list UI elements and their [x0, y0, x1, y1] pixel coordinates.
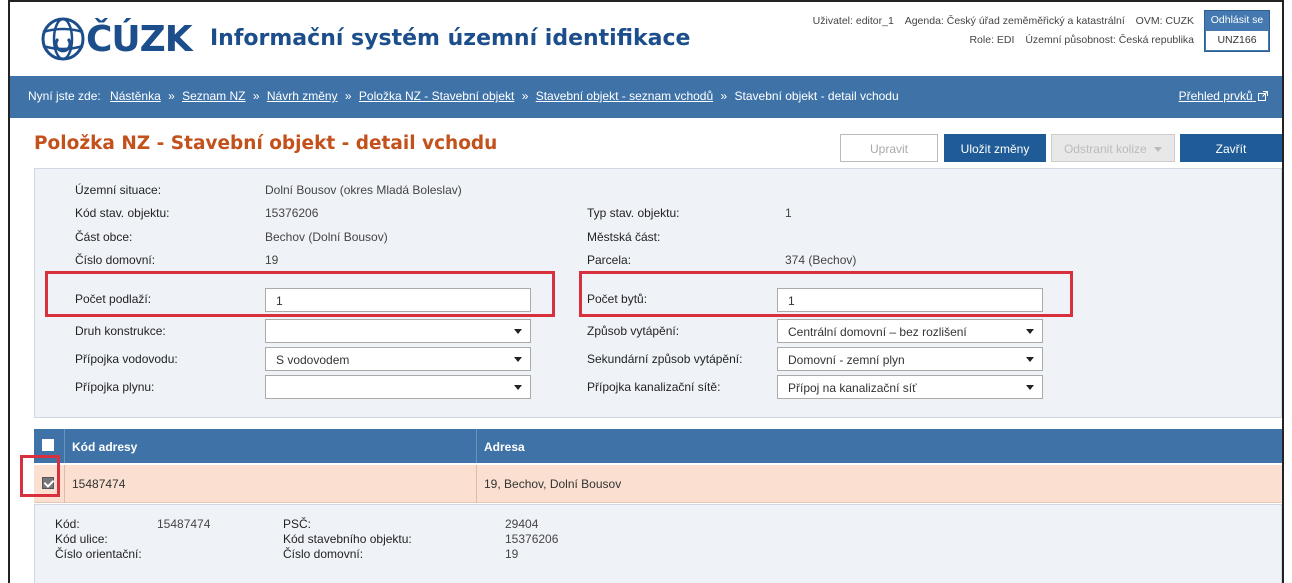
session-code: UNZ166	[1206, 31, 1268, 50]
kod-stav-objektu-value: 15376206	[265, 206, 319, 220]
kod-value: 15487474	[157, 517, 211, 531]
zpusob-vytapeni-label: Způsob vytápění:	[587, 324, 680, 338]
kod-stavebniho-objektu-value: 15376206	[505, 532, 559, 546]
logout-label: Odhlásit se	[1210, 14, 1264, 26]
sekundarni-vytapeni-label: Sekundární způsob vytápění:	[587, 352, 743, 366]
breadcrumb-item-polozka-nz[interactable]: Položka NZ - Stavební objekt	[359, 89, 514, 103]
close-button[interactable]: Zavřít	[1180, 134, 1282, 162]
pripojka-plynu-select[interactable]	[265, 375, 531, 399]
pripojka-kanalizace-select[interactable]: Přípoj na kanalizační síť	[777, 375, 1043, 399]
column-divider	[64, 465, 65, 503]
pripojka-kanalizace-label: Přípojka kanalizační sítě:	[587, 380, 721, 394]
psc-label: PSČ:	[283, 517, 312, 531]
logo-text: ČÚZK	[86, 18, 193, 60]
sekundarni-vytapeni-value: Domovní - zemní plyn	[788, 353, 905, 367]
remove-conflicts-button[interactable]: Odstranit kolize	[1051, 134, 1175, 162]
scope-label: Územní působnost: Česká republika	[1025, 34, 1194, 46]
kod-ulice-label: Kód ulice:	[55, 532, 108, 546]
parcela-label: Parcela:	[587, 253, 632, 267]
cast-obce-label: Část obce:	[75, 230, 133, 244]
breadcrumb-item-navrh-zmeny[interactable]: Návrh změny	[267, 89, 338, 103]
breadcrumb-separator: »	[344, 89, 352, 103]
zpusob-vytapeni-select[interactable]: Centrální domovní – bez rozlišení	[777, 319, 1043, 343]
address-detail-panel: Kód: 15487474 Kód ulice: Číslo orientačn…	[34, 504, 1282, 583]
address-cislo-domovni-value: 19	[505, 547, 519, 561]
cislo-orientacni-label: Číslo orientační:	[55, 547, 142, 561]
column-header-kod-adresy[interactable]: Kód adresy	[72, 440, 137, 454]
typ-stav-objektu-label: Typ stav. objektu:	[587, 206, 680, 220]
caret-down-icon	[514, 357, 522, 362]
breadcrumb-item-seznam-vchodu[interactable]: Stavební objekt - seznam vchodů	[536, 89, 713, 103]
highlight-box-pocet-podlazi	[45, 271, 555, 317]
table-row[interactable]: 15487474 19, Bechov, Dolní Bousov	[34, 465, 1282, 503]
breadcrumb-separator: »	[720, 89, 728, 103]
breadcrumb-separator: »	[252, 89, 260, 103]
overview-link-label: Přehled prvků	[1178, 89, 1253, 103]
cell-kod-adresy: 15487474	[72, 477, 126, 491]
column-divider	[64, 429, 65, 463]
user-label: Uživatel: editor_1	[812, 15, 894, 27]
remove-conflicts-label: Odstranit kolize	[1063, 142, 1147, 156]
pripojka-plynu-label: Přípojka plynu:	[75, 380, 155, 394]
uzemni-situace-value: Dolní Bousov (okres Mladá Boleslav)	[265, 183, 462, 197]
cislo-domovni-label: Číslo domovní:	[75, 253, 156, 267]
highlight-box-row-checkbox	[20, 455, 60, 497]
address-table-header: Kód adresy Adresa	[34, 429, 1282, 463]
edit-button[interactable]: Upravit	[840, 134, 938, 162]
caret-down-icon	[514, 385, 522, 390]
breadcrumb-separator: »	[521, 89, 529, 103]
breadcrumb: Nyní jste zde: Nástěnka » Seznam NZ » Ná…	[10, 76, 1282, 118]
role-label: Role: EDI	[969, 34, 1015, 46]
typ-stav-objektu-value: 1	[785, 206, 792, 220]
caret-down-icon	[514, 329, 522, 334]
external-link-icon	[1256, 89, 1268, 103]
page-title: Položka NZ - Stavební objekt - detail vc…	[34, 133, 498, 154]
header: ČÚZK Informační systém územní identifika…	[10, 2, 1282, 76]
breadcrumb-item-seznam-nz[interactable]: Seznam NZ	[182, 89, 245, 103]
cuzk-logo[interactable]: ČÚZK	[38, 14, 193, 64]
sekundarni-vytapeni-select[interactable]: Domovní - zemní plyn	[777, 347, 1043, 371]
kod-label: Kód:	[55, 517, 80, 531]
mestska-cast-label: Městská část:	[587, 230, 661, 244]
logout-button[interactable]: Odhlásit se UNZ166	[1204, 10, 1270, 52]
breadcrumb-prefix: Nyní jste zde:	[28, 89, 101, 103]
cell-adresa: 19, Bechov, Dolní Bousov	[484, 477, 622, 491]
building-entrance-detail-panel: Územní situace: Dolní Bousov (okres Mlad…	[34, 168, 1282, 418]
caret-down-icon	[1154, 147, 1163, 152]
cislo-domovni-value: 19	[265, 253, 279, 267]
agenda-label: Agenda: Český úřad zeměměřický a katastr…	[904, 15, 1125, 27]
column-header-adresa[interactable]: Adresa	[484, 440, 525, 454]
druh-konstrukce-select[interactable]	[265, 319, 531, 343]
zpusob-vytapeni-value: Centrální domovní – bez rozlišení	[788, 325, 967, 339]
column-divider	[476, 465, 477, 503]
breadcrumb-current: Stavební objekt - detail vchodu	[734, 89, 899, 103]
uzemni-situace-label: Územní situace:	[75, 183, 162, 197]
pripojka-vodovodu-select[interactable]: S vodovodem	[265, 347, 531, 371]
druh-konstrukce-label: Druh konstrukce:	[75, 324, 166, 338]
pripojka-kanalizace-value: Přípoj na kanalizační síť	[788, 381, 917, 395]
caret-down-icon	[1026, 385, 1034, 390]
address-cislo-domovni-label: Číslo domovní:	[283, 547, 364, 561]
app-window: ČÚZK Informační systém územní identifika…	[8, 0, 1284, 583]
app-title: Informační systém územní identifikace	[210, 26, 691, 51]
save-changes-button[interactable]: Uložit změny	[944, 134, 1046, 162]
select-all-checkbox[interactable]	[42, 439, 54, 451]
column-divider	[476, 429, 477, 463]
cast-obce-value: Bechov (Dolní Bousov)	[265, 230, 388, 244]
user-info: Uživatel: editor_1 Agenda: Český úřad ze…	[805, 12, 1194, 50]
psc-value: 29404	[505, 517, 539, 531]
kod-stavebniho-objektu-label: Kód stavebního objektu:	[283, 532, 412, 546]
pripojka-vodovodu-value: S vodovodem	[276, 353, 350, 367]
highlight-box-pocet-bytu	[579, 271, 1073, 317]
caret-down-icon	[1026, 357, 1034, 362]
breadcrumb-item-nastenka[interactable]: Nástěnka	[110, 89, 161, 103]
caret-down-icon	[1026, 329, 1034, 334]
pripojka-vodovodu-label: Přípojka vodovodu:	[75, 352, 178, 366]
cuzk-logo-icon	[38, 16, 88, 62]
kod-stav-objektu-label: Kód stav. objektu:	[75, 206, 170, 220]
parcela-value: 374 (Bechov)	[785, 253, 857, 267]
breadcrumb-separator: »	[168, 89, 175, 103]
ovm-label: OVM: CUZK	[1135, 15, 1194, 27]
overview-link[interactable]: Přehled prvků	[1179, 89, 1268, 103]
